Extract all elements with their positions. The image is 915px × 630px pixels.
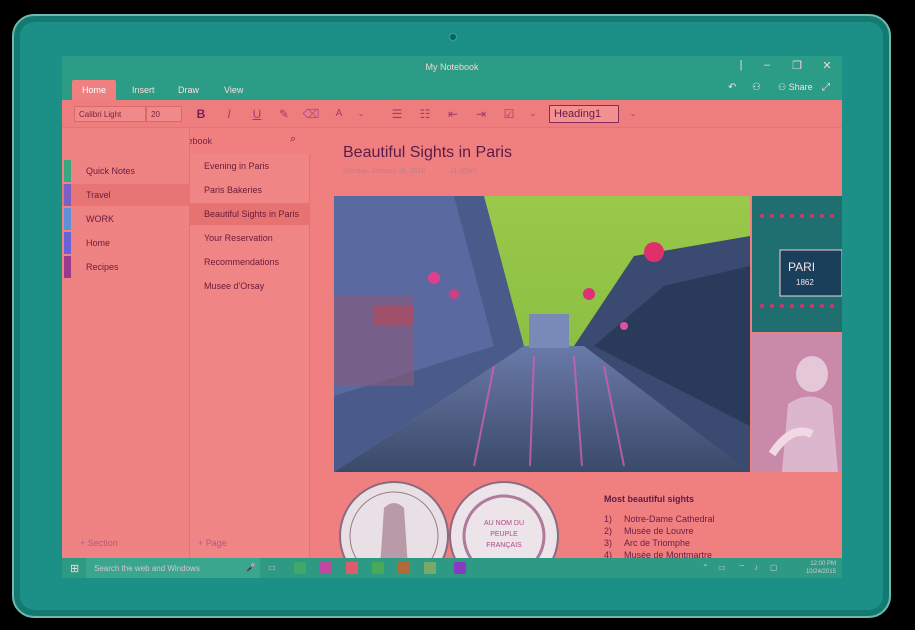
clock-time: 12:00 PM [810,561,836,567]
add-page-button[interactable]: + Page [198,538,227,548]
word-app-icon[interactable] [424,562,436,574]
windows-start-icon[interactable]: ⊞ [70,562,79,575]
list-number: 1) [604,514,613,524]
chevron-up-icon[interactable]: ⌃ [702,563,709,572]
outdent-icon[interactable]: ⇤ [444,105,462,123]
page-item-active[interactable]: Beautiful Sights in Paris [190,203,310,225]
fullscreen-icon[interactable]: ⤢ [822,82,830,93]
onenote-window: My Notebook | – ❐ ✕ Home Insert Draw Vie… [62,56,842,578]
page-item[interactable]: Recommendations [190,251,310,273]
paris-poster-photo[interactable]: PARI 1862 [752,196,842,332]
title-bar: My Notebook | – ❐ ✕ [62,56,842,78]
section-label: Recipes [86,262,119,272]
camera-icon [449,33,457,41]
volume-icon[interactable]: ♪ [754,563,758,572]
edge-app-icon[interactable] [294,562,306,574]
section-home[interactable]: Home [62,232,190,254]
page-date: Monday, January 15, 2016 [343,168,426,175]
store-app-icon[interactable] [346,562,358,574]
battery-icon[interactable]: ▭ [718,563,726,572]
page-item[interactable]: Evening in Paris [190,155,310,177]
tab-insert[interactable]: Insert [122,80,165,100]
style-select[interactable]: Heading1 [549,105,619,123]
window-title: My Notebook [425,62,479,72]
sights-heading[interactable]: Most beautiful sights [604,494,694,504]
ribbon-tabs: Home Insert Draw View ↶ ⚇ ⚇ Share ⤢ [62,78,842,100]
explorer-app-icon[interactable] [320,562,332,574]
notification-icon[interactable]: ▢ [770,563,778,572]
bullets-icon[interactable]: ☰ [388,105,406,123]
underline-icon[interactable]: U [248,105,266,123]
statue-photo[interactable] [752,334,842,472]
indent-icon[interactable]: ⇥ [472,105,490,123]
taskbar-clock[interactable]: 12:00 PM 10/24/2015 [806,560,836,576]
task-view-icon[interactable]: ▭ [268,563,276,572]
close-button[interactable]: ✕ [812,59,842,72]
list-item-label: Notre-Dame Cathedral [624,514,715,524]
list-item-label: Arc de Triomphe [624,538,691,548]
list-item[interactable]: 2) Musée de Louvre [604,526,694,536]
tab-view[interactable]: View [214,80,253,100]
section-label: WORK [86,214,114,224]
section-recipes[interactable]: Recipes [62,256,190,278]
coin-inscription: AU NOM DU PEUPLE FRANÇAIS [483,520,525,549]
list-number: 3) [604,538,613,548]
font-name-select[interactable]: Calibri Light [74,106,146,122]
section-label: Home [86,238,111,248]
font-color-icon[interactable]: A [330,105,348,123]
section-color-swatch [64,184,71,206]
page-title[interactable]: Beautiful Sights in Paris [343,144,512,162]
page-item[interactable]: Paris Bakeries [190,179,310,201]
page-item[interactable]: Musee d'Orsay [190,275,310,297]
windows-taskbar: ⊞ Search the web and Windows 🎤 ▭ ⌃ ▭ ⌔ ♪… [62,558,842,578]
minimize-button[interactable]: – [752,59,782,71]
list-item[interactable]: 1) Notre-Dame Cathedral [604,514,715,524]
undo-icon[interactable]: ↶ [728,82,736,93]
section-label: Quick Notes [86,166,136,176]
section-quick-notes[interactable]: Quick Notes [62,160,190,182]
poster-text: PARI [788,260,816,274]
tab-home[interactable]: Home [72,80,117,100]
restore-button[interactable]: ❐ [782,59,812,72]
italic-icon[interactable]: I [220,105,238,123]
list-item-label: Musée de Louvre [624,526,694,536]
section-travel[interactable]: Travel [62,184,190,206]
list-item[interactable]: 3) Arc de Triomphe [604,538,690,548]
style-chevron-down-icon[interactable]: ⌄ [624,105,642,123]
account-icon[interactable]: ⚇ [752,82,761,93]
list-number: 2) [604,526,613,536]
share-label: Share [788,82,813,92]
clock-date: 10/24/2015 [805,569,836,575]
powerpoint-app-icon[interactable] [398,562,410,574]
tab-draw[interactable]: Draw [168,80,209,100]
add-section-button[interactable]: + Section [80,538,118,548]
bold-icon[interactable]: B [192,105,210,123]
paris-street-photo[interactable] [334,196,750,472]
section-color-swatch [64,256,71,278]
font-size-select[interactable]: 20 [146,106,182,122]
page-time: 11:30am [450,168,477,175]
onenote-app-icon[interactable] [454,562,466,574]
chevron-down-icon[interactable]: ⌄ [352,105,370,123]
search-icon[interactable]: ⌕ [290,133,296,146]
section-label: Travel [86,190,111,200]
highlight-icon[interactable]: ✎ [275,105,293,123]
poster-year: 1862 [796,278,814,287]
microphone-icon[interactable]: 🎤 [246,563,256,572]
page-item[interactable]: Your Reservation [190,227,310,249]
share-icon: ⚇ [778,82,787,92]
checkbox-icon[interactable]: ☑ [500,105,518,123]
home-toolbar: Calibri Light 20 B I U ✎ ⌫ A ⌄ ☰ ☷ ⇤ ⇥ ☑… [62,100,842,128]
section-color-swatch [64,160,71,182]
network-icon[interactable]: ⌔ [738,563,746,573]
eraser-icon[interactable]: ⌫ [302,105,320,123]
taskbar-search-input[interactable]: Search the web and Windows [86,558,260,578]
excel-app-icon[interactable] [372,562,384,574]
share-button[interactable]: ⚇ Share [778,82,813,93]
section-work[interactable]: WORK [62,208,190,230]
chevron-down-icon[interactable]: ⌄ [524,105,542,123]
section-color-swatch [64,208,71,230]
section-color-swatch [64,232,71,254]
numbering-icon[interactable]: ☷ [416,105,434,123]
